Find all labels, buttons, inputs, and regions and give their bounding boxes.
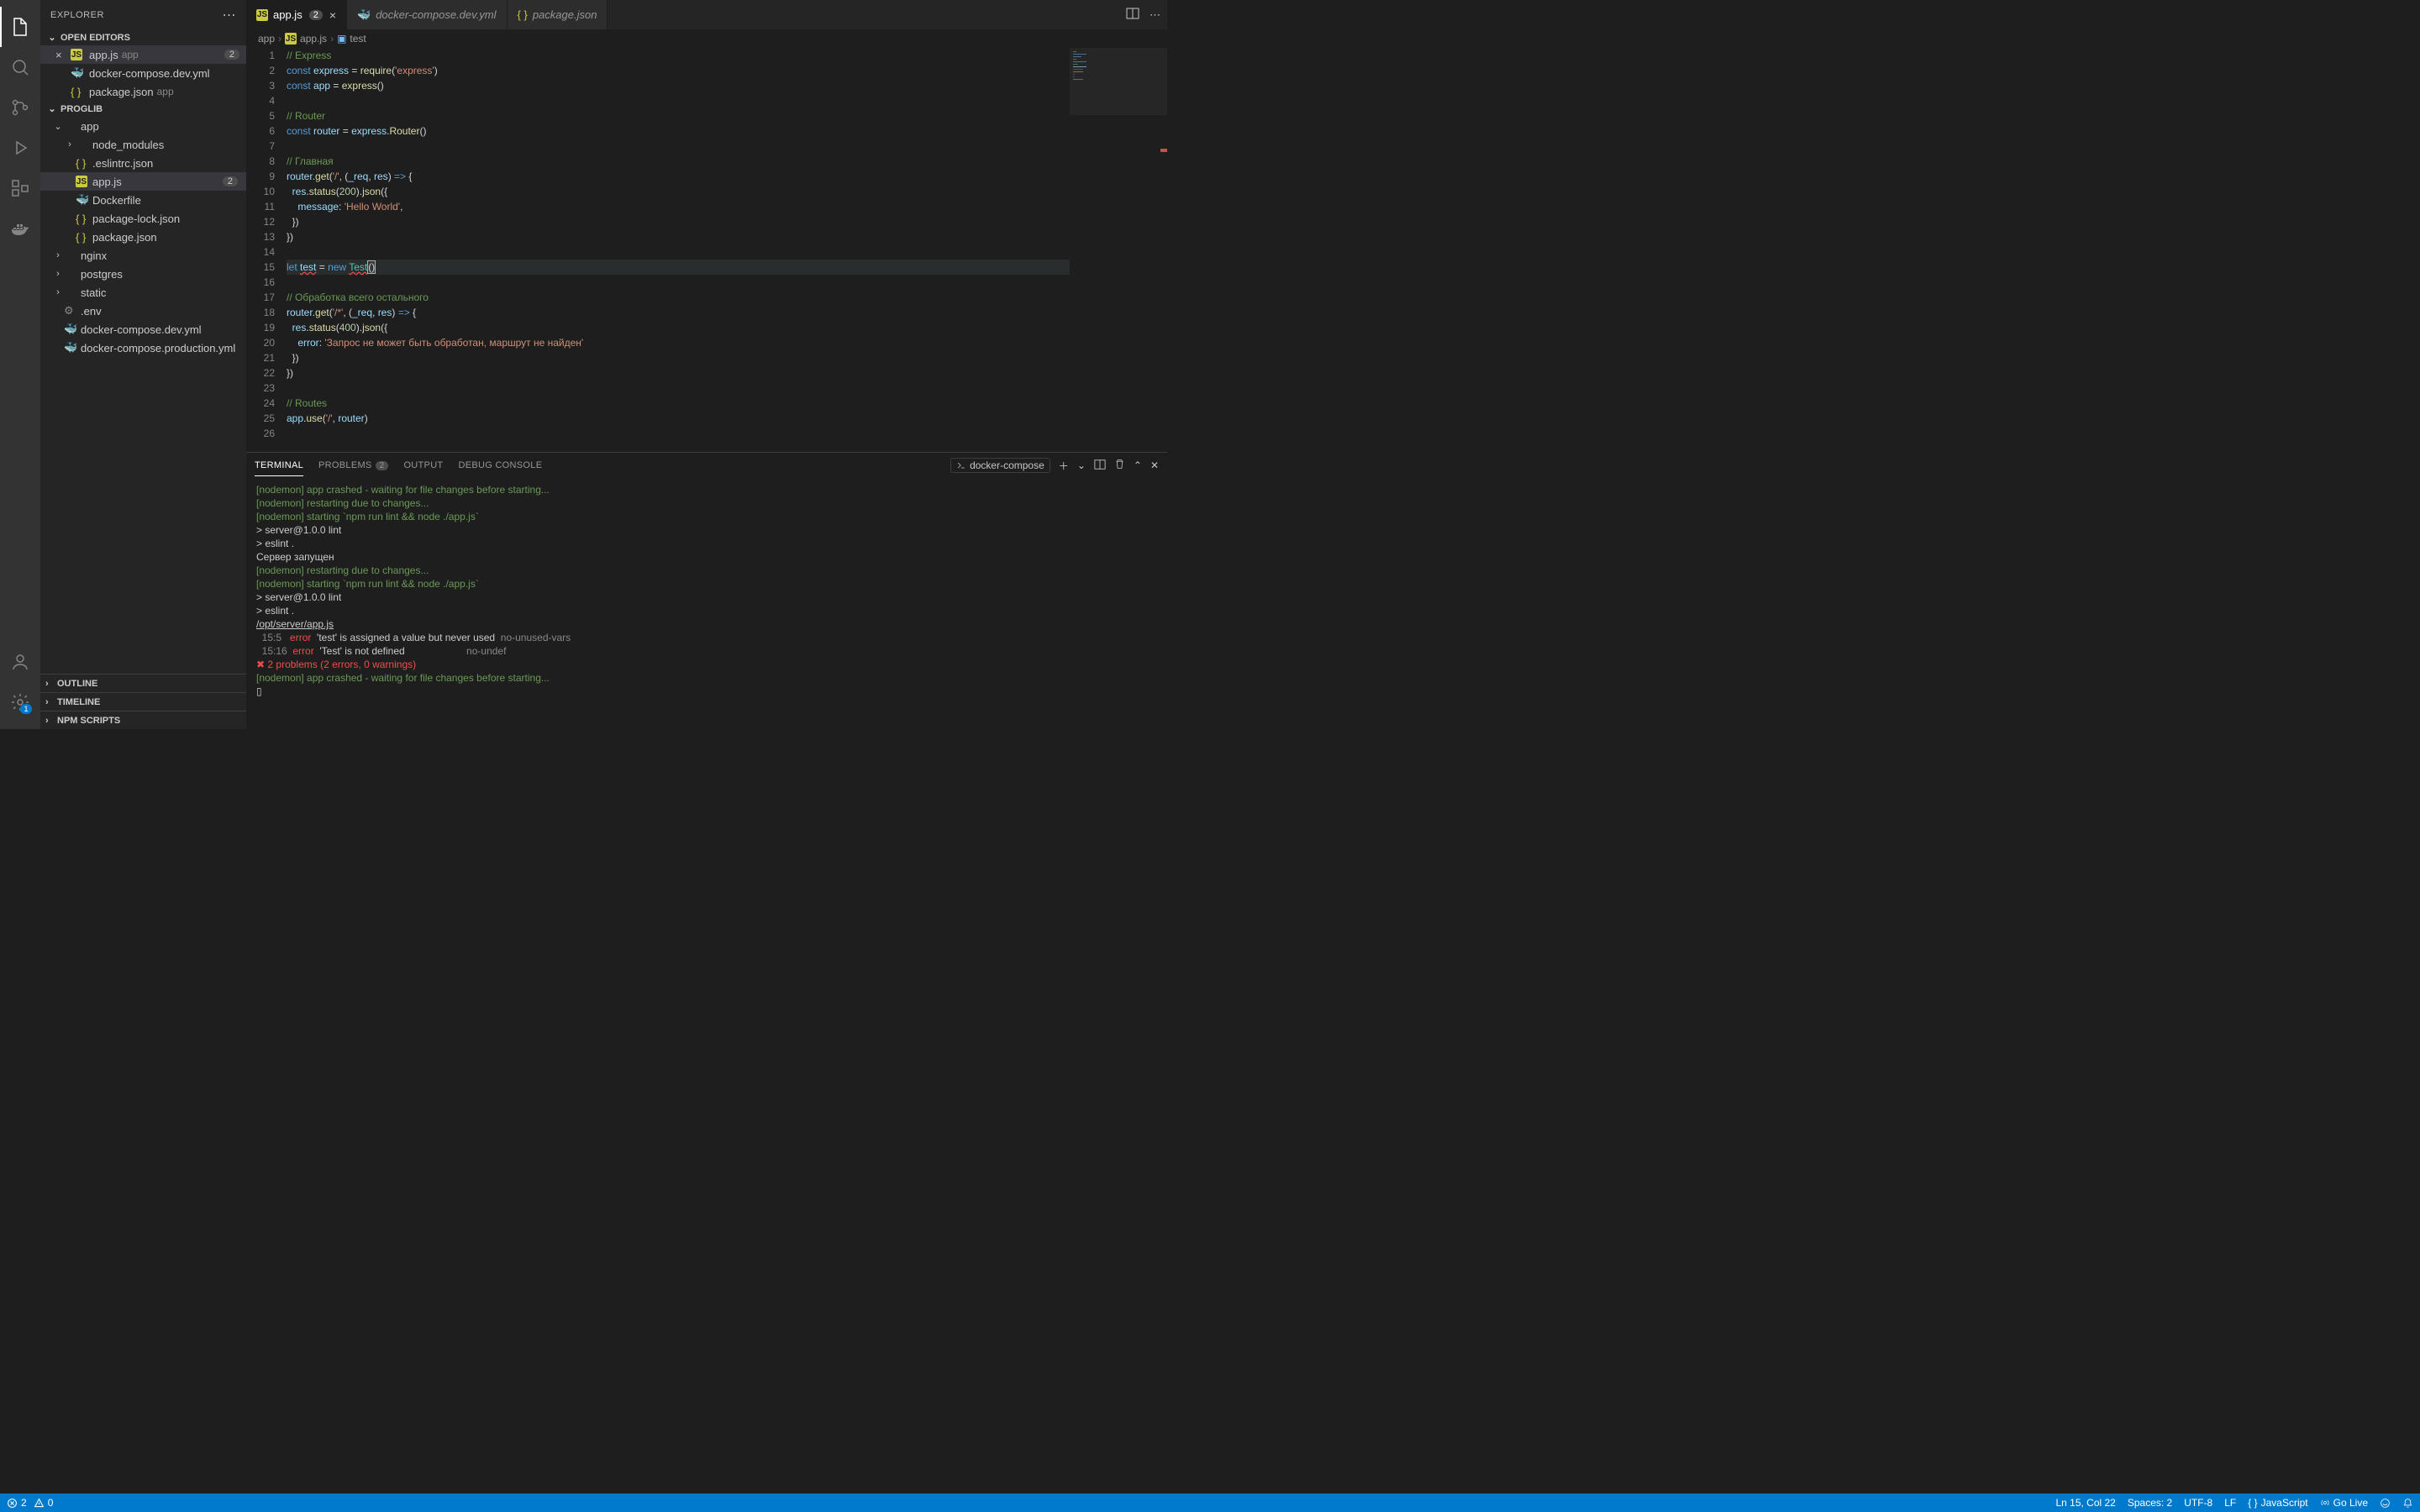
settings-update-badge: 1 — [20, 704, 32, 714]
open-editor-item[interactable]: { }package.jsonapp — [40, 82, 246, 101]
tree-file[interactable]: 🐳docker-compose.production.yml — [40, 339, 246, 357]
editor-tab[interactable]: JSapp.js2× — [246, 0, 347, 29]
status-warnings[interactable]: 0 — [34, 1497, 54, 1509]
sidebar-collapsed-section[interactable]: ›OUTLINE — [40, 674, 246, 692]
open-editor-item[interactable]: ×JSapp.jsapp2 — [40, 45, 246, 64]
activity-account-icon[interactable] — [0, 642, 40, 682]
activity-debug-icon[interactable] — [0, 128, 40, 168]
status-indent[interactable]: Spaces: 2 — [2128, 1497, 2172, 1509]
terminal-dropdown-icon[interactable]: ⌄ — [1077, 459, 1086, 471]
activity-source-control-icon[interactable] — [0, 87, 40, 128]
maximize-panel-icon[interactable]: ⌃ — [1134, 459, 1142, 471]
sidebar-more-icon[interactable]: ⋯ — [223, 7, 237, 24]
editor-tab-bar: JSapp.js2×🐳docker-compose.dev.yml{ }pack… — [246, 0, 1167, 29]
bottom-panel: TERMINAL PROBLEMS2 OUTPUT DEBUG CONSOLE … — [246, 452, 1167, 729]
tree-file[interactable]: 🐳Dockerfile — [40, 191, 246, 209]
tree-file[interactable]: ⚙.env — [40, 302, 246, 320]
activity-docker-icon[interactable] — [0, 208, 40, 249]
tree-folder[interactable]: ›node_modules — [40, 135, 246, 154]
status-go-live[interactable]: Go Live — [2320, 1497, 2368, 1509]
workspace-section[interactable]: ⌄PROGLIB — [40, 101, 246, 117]
new-terminal-icon[interactable]: ＋ — [1059, 459, 1069, 473]
sidebar-collapsed-section[interactable]: ›NPM SCRIPTS — [40, 711, 246, 729]
activity-bar: 1 — [0, 0, 40, 729]
panel-tab-terminal[interactable]: TERMINAL — [255, 455, 303, 476]
tree-folder[interactable]: ⌄app — [40, 117, 246, 135]
open-editor-item[interactable]: 🐳docker-compose.dev.yml — [40, 64, 246, 82]
tree-file[interactable]: { }.eslintrc.json — [40, 154, 246, 172]
panel-tab-debug[interactable]: DEBUG CONSOLE — [458, 455, 542, 475]
split-terminal-icon[interactable] — [1094, 459, 1106, 473]
split-editor-icon[interactable] — [1126, 7, 1139, 23]
sidebar-collapsed-section[interactable]: ›TIMELINE — [40, 692, 246, 711]
status-eol[interactable]: LF — [2224, 1497, 2236, 1509]
editor-tab[interactable]: 🐳docker-compose.dev.yml — [347, 0, 508, 29]
tab-close-icon[interactable]: × — [329, 8, 336, 22]
sidebar-title: EXPLORER — [50, 10, 104, 20]
minimap[interactable]: ▬▬▬▬▬▬▬▬▬▬▬▬▬▬▬▬▬▬▬▬▬▬▬▬▬▬▬▬▬▬▬▬▬▬▬▬▬▬▬▬… — [1070, 48, 1167, 452]
editor-tab[interactable]: { }package.json — [508, 0, 608, 29]
panel-tab-problems[interactable]: PROBLEMS2 — [318, 455, 388, 475]
open-editors-section[interactable]: ⌄OPEN EDITORS — [40, 29, 246, 45]
breadcrumb[interactable]: app › JS app.js › ▣ test — [246, 29, 1167, 48]
activity-extensions-icon[interactable] — [0, 168, 40, 208]
tree-folder[interactable]: ›postgres — [40, 265, 246, 283]
close-editor-icon[interactable]: × — [55, 49, 69, 61]
status-language[interactable]: { } JavaScript — [2248, 1497, 2307, 1509]
activity-explorer-icon[interactable] — [0, 7, 40, 47]
code-editor[interactable]: 1234567891011121314151617181920212223242… — [246, 48, 1167, 452]
status-bell-icon[interactable] — [2402, 1498, 2413, 1509]
kill-terminal-icon[interactable] — [1114, 459, 1125, 472]
terminal-task-label[interactable]: docker-compose — [950, 458, 1050, 473]
tab-actions-more-icon[interactable]: ⋯ — [1150, 8, 1160, 22]
tree-file[interactable]: { }package-lock.json — [40, 209, 246, 228]
status-errors[interactable]: 2 — [7, 1497, 27, 1509]
sidebar-explorer: EXPLORER ⋯ ⌄OPEN EDITORS ×JSapp.jsapp2🐳d… — [40, 0, 246, 729]
tree-file[interactable]: JSapp.js2 — [40, 172, 246, 191]
close-panel-icon[interactable]: ✕ — [1150, 459, 1159, 471]
js-icon: JS — [285, 33, 297, 45]
activity-settings-icon[interactable]: 1 — [0, 682, 40, 722]
status-feedback-icon[interactable] — [2380, 1498, 2391, 1509]
status-encoding[interactable]: UTF-8 — [2184, 1497, 2212, 1509]
tree-file[interactable]: 🐳docker-compose.dev.yml — [40, 320, 246, 339]
terminal-content[interactable]: [nodemon] app crashed - waiting for file… — [246, 478, 1167, 729]
activity-search-icon[interactable] — [0, 47, 40, 87]
panel-tab-output[interactable]: OUTPUT — [403, 455, 443, 475]
tree-folder[interactable]: ›nginx — [40, 246, 246, 265]
status-position[interactable]: Ln 15, Col 22 — [2055, 1497, 2115, 1509]
tree-file[interactable]: { }package.json — [40, 228, 246, 246]
status-bar: 2 0 Ln 15, Col 22 Spaces: 2 UTF-8 LF { }… — [0, 1494, 2420, 1512]
tree-folder[interactable]: ›static — [40, 283, 246, 302]
